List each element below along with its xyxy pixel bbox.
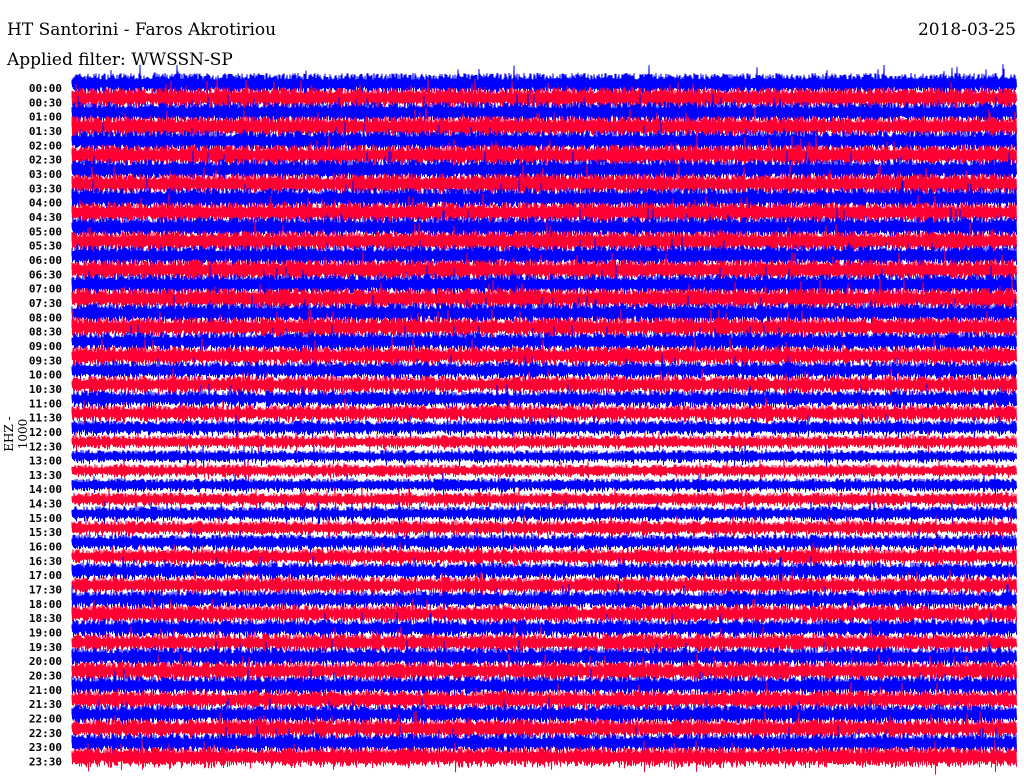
time-label: 08:30: [29, 326, 62, 339]
time-label: 13:30: [29, 469, 62, 482]
time-label: 18:00: [29, 598, 62, 611]
time-label: 21:30: [29, 698, 62, 711]
time-label: 00:30: [29, 96, 62, 109]
time-label: 21:00: [29, 684, 62, 697]
time-label: 01:00: [29, 111, 62, 124]
helicorder-plot: 00:0000:30 01:0001:3002:00 02:3003:0003:30…: [29, 64, 1017, 775]
time-label: 07:00: [29, 283, 62, 296]
time-label: 09:00: [29, 340, 62, 353]
time-label: 14:00: [29, 483, 62, 496]
time-label: 00:00: [29, 82, 62, 95]
time-label: 10:00: [29, 369, 62, 382]
time-label: 15:00: [29, 512, 62, 525]
time-label: 06:30: [29, 268, 62, 281]
time-label: 16:30: [29, 555, 62, 568]
time-label: 11:30: [29, 412, 62, 425]
time-label: 11:00: [29, 397, 62, 410]
time-label: 17:30: [29, 584, 62, 597]
time-label: 04:00: [29, 197, 62, 210]
time-label: 12:00: [29, 426, 62, 439]
time-label: 23:00: [29, 741, 62, 754]
time-label: 20:30: [29, 670, 62, 683]
time-label: 19:00: [29, 627, 62, 640]
time-label: 03:00: [29, 168, 62, 181]
time-label: 06:00: [29, 254, 62, 267]
time-label: 14:30: [29, 498, 62, 511]
time-label: 08:00: [29, 311, 62, 324]
time-label: 17:00: [29, 569, 62, 582]
time-label: 13:00: [29, 455, 62, 468]
time-label: 12:30: [29, 440, 62, 453]
trace-1330: [71, 459, 1017, 482]
time-label: 03:30: [29, 182, 62, 195]
time-label: 09:30: [29, 354, 62, 367]
trace-1400: [71, 472, 1017, 497]
time-label: 20:00: [29, 655, 62, 668]
time-label: 05:00: [29, 225, 62, 238]
trace-1300: [71, 444, 1017, 469]
time-label: 18:30: [29, 612, 62, 625]
time-label: 02:30: [29, 154, 62, 167]
time-label: 02:00: [29, 139, 62, 152]
time-label: 07:30: [29, 297, 62, 310]
time-label: 23:30: [29, 756, 62, 769]
time-label: 22:30: [29, 727, 62, 740]
time-label: 10:30: [29, 383, 62, 396]
time-label: 16:00: [29, 541, 62, 554]
time-label: 01:30: [29, 125, 62, 138]
time-label: 22:00: [29, 713, 62, 726]
time-label: 04:30: [29, 211, 62, 224]
time-label: 19:30: [29, 641, 62, 654]
time-label: 05:30: [29, 240, 62, 253]
time-label: 15:30: [29, 526, 62, 539]
